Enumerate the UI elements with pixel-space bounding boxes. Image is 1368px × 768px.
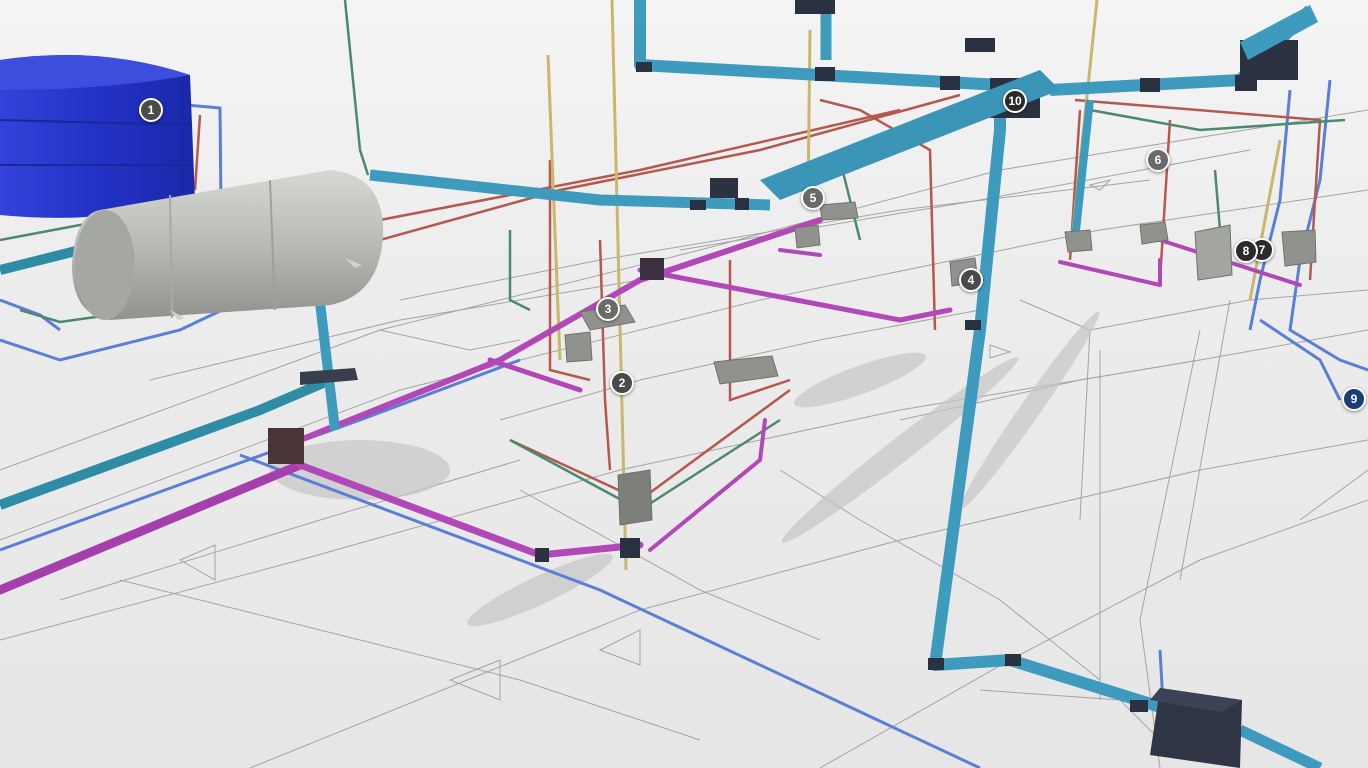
annotation-hotspot-1[interactable]: 1 (139, 98, 163, 122)
annotation-hotspot-4[interactable]: 4 (959, 268, 983, 292)
annotation-hotspot-5[interactable]: 5 (801, 186, 825, 210)
hotspot-label: 7 (1258, 243, 1266, 257)
annotation-hotspot-6[interactable]: 6 (1146, 148, 1170, 172)
hotspot-label: 1 (147, 103, 155, 117)
hotspot-label: 5 (809, 191, 817, 205)
plumbing-3d-scene[interactable] (0, 0, 1368, 768)
hotspot-label: 8 (1242, 244, 1250, 258)
annotation-hotspot-9[interactable]: 9 (1342, 387, 1366, 411)
hotspot-label: 10 (1008, 94, 1022, 108)
3d-model-viewport[interactable]: 1 2 3 4 5 6 7 8 9 10 (0, 0, 1368, 768)
annotation-hotspot-10[interactable]: 10 (1003, 89, 1027, 113)
annotation-hotspot-2[interactable]: 2 (610, 371, 634, 395)
hotspot-label: 6 (1154, 153, 1162, 167)
water-tank (0, 55, 195, 218)
sanitary-fixtures (564, 201, 1317, 526)
annotation-hotspot-8[interactable]: 8 (1234, 239, 1258, 263)
hotspot-label: 3 (604, 302, 612, 316)
hotspot-label: 9 (1350, 392, 1358, 406)
cold-water-pipes (0, 79, 1368, 768)
hotspot-label: 2 (618, 376, 626, 390)
annotation-hotspot-3[interactable]: 3 (596, 297, 620, 321)
hotspot-label: 4 (967, 273, 975, 287)
